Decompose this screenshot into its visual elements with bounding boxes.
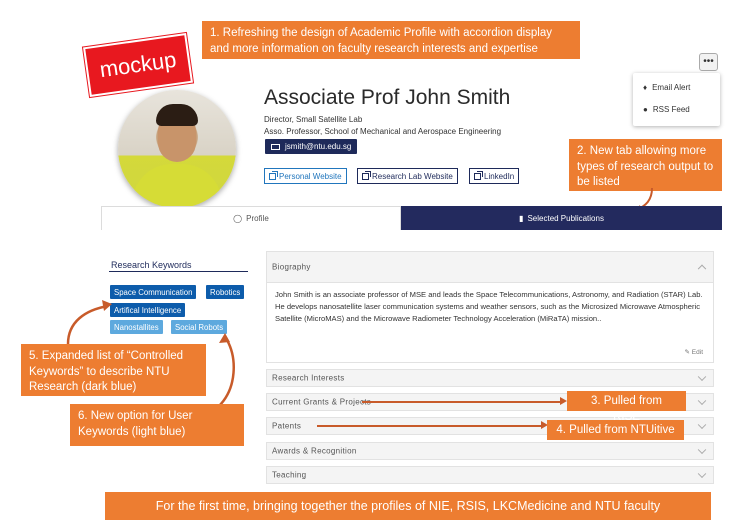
chevron-down-icon — [697, 469, 707, 479]
tab-profile-label: Profile — [246, 214, 269, 223]
accordion-awards[interactable]: Awards & Recognition — [266, 442, 714, 460]
footer-banner: For the first time, bringing together th… — [105, 492, 711, 520]
avatar-hair — [156, 104, 198, 126]
callout-ntuitive: 4. Pulled from NTUitive — [547, 420, 684, 440]
section-heading: Teaching — [272, 470, 307, 480]
biography-content: John Smith is an associate professor of … — [266, 283, 714, 363]
chevron-down-icon — [697, 445, 707, 455]
chevron-down-icon — [697, 372, 707, 382]
external-link-icon — [474, 170, 483, 180]
section-heading: Current Grants & Projects — [272, 397, 372, 407]
edit-label: Edit — [691, 349, 703, 356]
callout-3-arrow-head — [560, 397, 567, 405]
bell-icon: ♦ — [643, 83, 648, 92]
chevron-down-icon — [697, 420, 707, 430]
envelope-icon — [271, 143, 280, 150]
callout-3-arrow-line — [362, 401, 562, 403]
accordion-biography[interactable]: Biography — [266, 251, 714, 283]
options-dropdown: ♦ Email Alert ● RSS Feed — [633, 73, 720, 126]
callout-new-tab: 2. New tab allowing more types of resear… — [569, 139, 722, 191]
profile-title-2: Asso. Professor, School of Mechanical an… — [264, 127, 502, 136]
keyword-chip[interactable]: Space Communication — [110, 285, 197, 299]
profile-tabs: ◯ Profile ▮ Selected Publications — [101, 206, 722, 230]
document-icon: ▮ — [519, 213, 524, 223]
keywords-divider — [109, 271, 248, 272]
keyword-chip[interactable]: Artifical Intelligence — [110, 303, 186, 317]
email-label: jsmith@ntu.edu.sg — [285, 142, 352, 151]
mockup-stamp: mockup — [83, 33, 193, 97]
rss-feed-item[interactable]: ● RSS Feed — [643, 105, 690, 114]
chevron-up-icon — [697, 264, 707, 274]
tab-selected-publications[interactable]: ▮ Selected Publications — [401, 206, 722, 230]
keyword-chip[interactable]: Nanostallites — [110, 320, 163, 334]
callout-5-arrow — [66, 300, 112, 345]
biography-text: John Smith is an associate professor of … — [275, 290, 703, 323]
linkedin-button[interactable]: LinkedIn — [469, 168, 520, 184]
avatar-shirt — [132, 164, 222, 208]
personal-website-button[interactable]: Personal Website — [264, 168, 347, 184]
section-heading: Research Interests — [272, 373, 345, 383]
research-lab-website-label: Research Lab Website — [372, 171, 453, 181]
tab-publications-label: Selected Publications — [527, 213, 604, 223]
rss-feed-label: RSS Feed — [652, 105, 690, 114]
section-heading: Patents — [272, 421, 302, 431]
accordion-research-interests[interactable]: Research Interests — [266, 369, 714, 387]
email-alert-item[interactable]: ♦ Email Alert — [643, 83, 690, 92]
edit-button[interactable]: ✎ Edit — [685, 348, 703, 356]
research-keywords-title: Research Keywords — [111, 260, 192, 270]
avatar — [118, 90, 236, 208]
more-options-button[interactable]: ••• — [699, 53, 718, 71]
linkedin-label: LinkedIn — [484, 171, 515, 181]
personal-website-label: Personal Website — [279, 171, 342, 181]
rss-icon: ● — [643, 105, 648, 114]
profile-title-1: Director, Small Satellite Lab — [264, 115, 363, 124]
biography-heading: Biography — [272, 262, 311, 272]
callout-rise: 3. Pulled from RISE — [567, 391, 686, 423]
external-link-icon — [362, 170, 371, 180]
callout-redesign: 1. Refreshing the design of Academic Pro… — [202, 21, 580, 59]
tab-profile[interactable]: ◯ Profile — [101, 206, 401, 230]
external-link-icon — [269, 170, 278, 180]
user-icon: ◯ — [233, 214, 243, 223]
profile-name: Associate Prof John Smith — [264, 86, 511, 109]
research-lab-website-button[interactable]: Research Lab Website — [357, 168, 458, 184]
email-button[interactable]: jsmith@ntu.edu.sg — [265, 139, 358, 154]
callout-user-keywords: 6. New option for User Keywords (light b… — [70, 404, 244, 446]
callout-6-arrow — [218, 333, 235, 407]
accordion-teaching[interactable]: Teaching — [266, 466, 714, 484]
section-heading: Awards & Recognition — [272, 446, 357, 456]
chevron-down-icon — [697, 396, 707, 406]
keyword-chip[interactable]: Robotics — [206, 285, 245, 299]
callout-4-arrow-line — [317, 425, 543, 427]
email-alert-label: Email Alert — [652, 83, 691, 92]
callout-controlled-keywords: 5. Expanded list of “Controlled Keywords… — [21, 344, 206, 396]
